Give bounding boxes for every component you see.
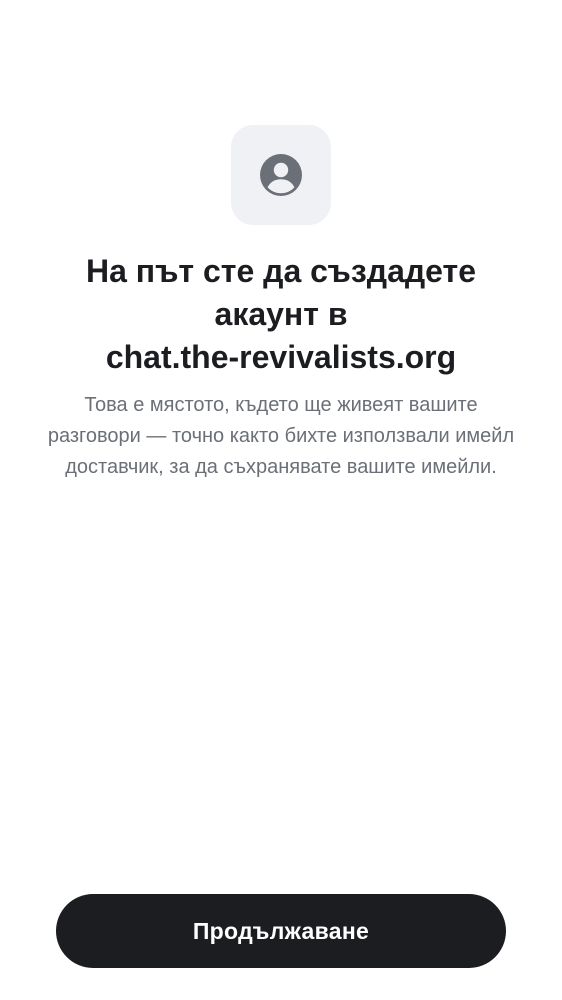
avatar-tile [231,125,331,225]
title-server-name: chat.the-revivalists.org [105,339,457,375]
continue-button[interactable]: Продължаване [56,894,506,968]
title-line-2: акаунт в [214,296,348,332]
create-account-screen: На път сте да създадете акаунт в chat.th… [0,0,562,1000]
user-avatar-icon [260,154,302,196]
description-text: Това е мястото, където ще живеят вашите … [47,394,515,478]
page-title: На път сте да създадете акаунт в chat.th… [30,250,532,379]
title-line-1: На път сте да създадете [85,253,477,289]
